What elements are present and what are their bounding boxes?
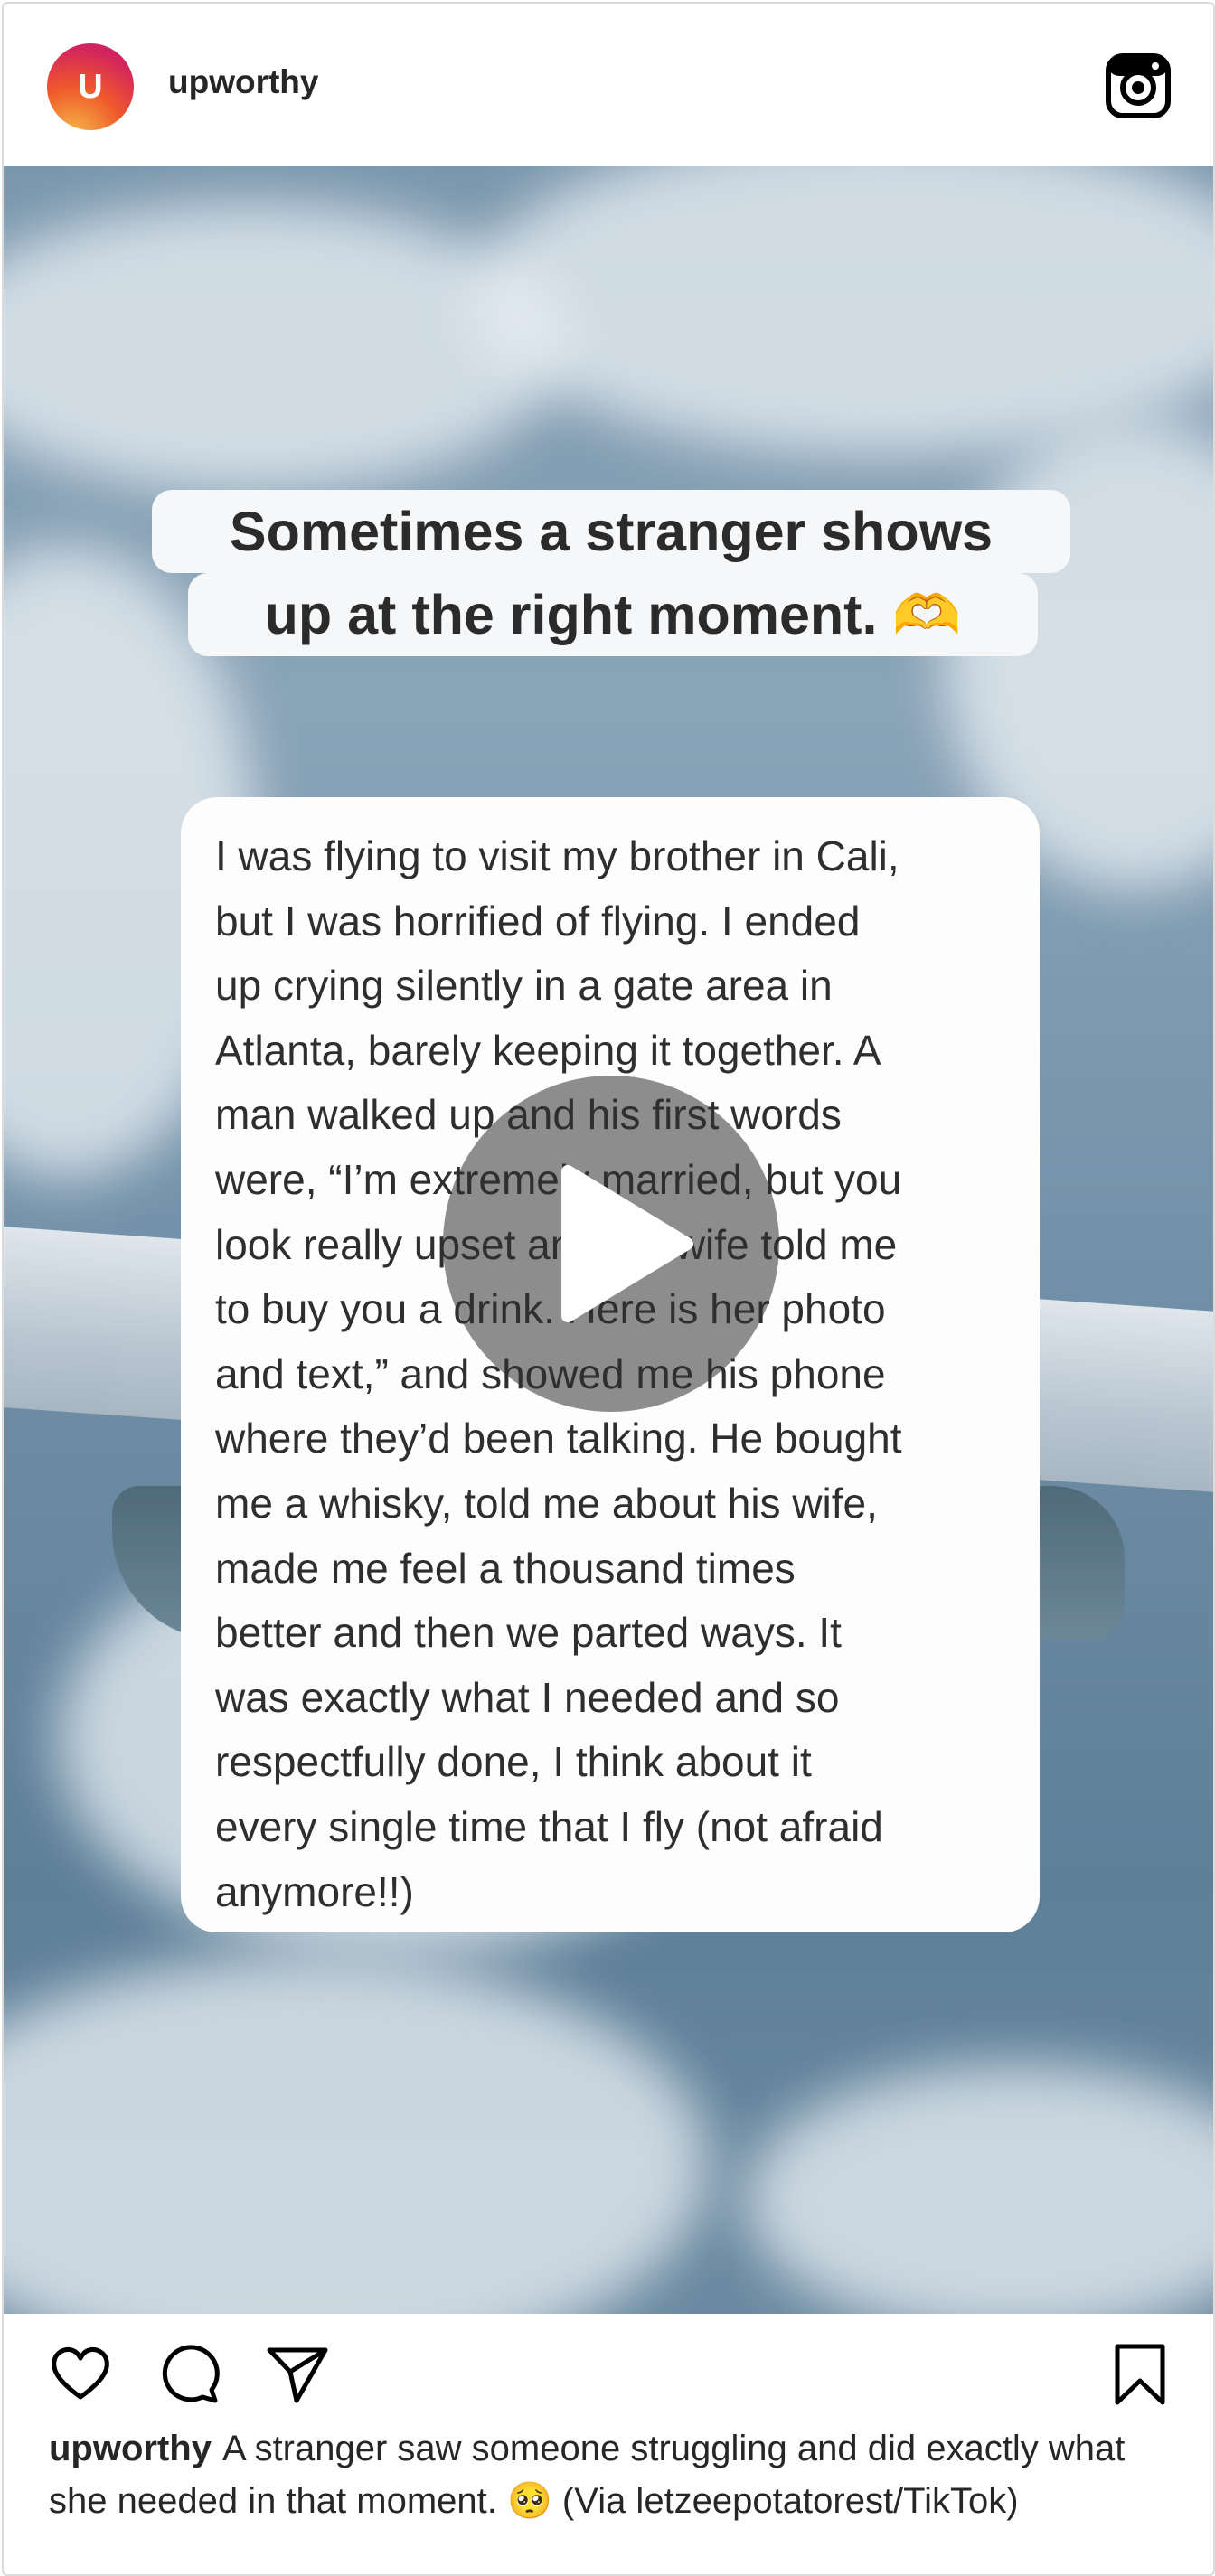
instagram-icon[interactable] xyxy=(1105,52,1172,119)
video-title-overlay: Sometimes a stranger shows up at the rig… xyxy=(152,490,1070,680)
bookmark-icon[interactable] xyxy=(1108,2343,1172,2406)
instagram-post-card: U upworthy Sometimes a stranger shows up… xyxy=(2,2,1215,2576)
post-header: U upworthy xyxy=(4,4,1213,165)
video-title-line-2: up at the right moment. 🫶 xyxy=(188,573,1038,656)
send-icon[interactable] xyxy=(266,2343,329,2406)
play-button[interactable] xyxy=(443,1076,779,1412)
avatar-letter: U xyxy=(78,67,103,106)
caption-username[interactable]: upworthy xyxy=(49,2429,212,2468)
post-actions-bar xyxy=(4,2314,1213,2413)
avatar[interactable]: U xyxy=(47,43,134,130)
video-title-line-1: Sometimes a stranger shows xyxy=(152,490,1070,573)
post-username[interactable]: upworthy xyxy=(168,63,318,101)
heart-hands-emoji: 🫶 xyxy=(892,584,962,645)
post-caption: upworthy A stranger saw someone strugglin… xyxy=(49,2422,1188,2527)
comment-icon[interactable] xyxy=(157,2343,221,2406)
play-icon xyxy=(561,1165,693,1322)
video-title-line-2-text: up at the right moment. xyxy=(264,584,878,645)
heart-icon[interactable] xyxy=(49,2343,112,2406)
